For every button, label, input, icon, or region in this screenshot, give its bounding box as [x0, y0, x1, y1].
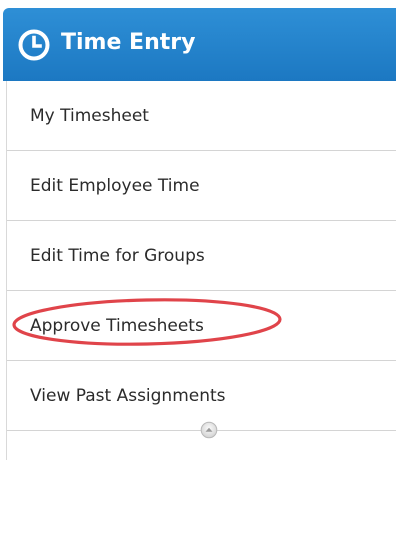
- highlight-circle: [12, 298, 282, 346]
- menu-item-label: My Timesheet: [30, 106, 149, 126]
- menu-item-label: Edit Employee Time: [30, 176, 200, 196]
- menu-item-label: View Past Assignments: [30, 386, 226, 406]
- menu-item-edit-employee-time[interactable]: Edit Employee Time: [7, 151, 396, 221]
- clock-icon: [18, 29, 50, 61]
- time-entry-header[interactable]: Time Entry: [3, 8, 396, 81]
- scroll-area: [7, 501, 396, 541]
- scroll-up-icon[interactable]: [200, 421, 218, 439]
- time-entry-panel: Time Entry My Timesheet Edit Employee Ti…: [0, 0, 396, 460]
- time-entry-menu: My Timesheet Edit Employee Time Edit Tim…: [6, 81, 396, 460]
- header-title: Time Entry: [61, 30, 196, 55]
- menu-item-my-timesheet[interactable]: My Timesheet: [7, 81, 396, 151]
- menu-item-edit-time-for-groups[interactable]: Edit Time for Groups: [7, 221, 396, 291]
- menu-item-label: Edit Time for Groups: [30, 246, 205, 266]
